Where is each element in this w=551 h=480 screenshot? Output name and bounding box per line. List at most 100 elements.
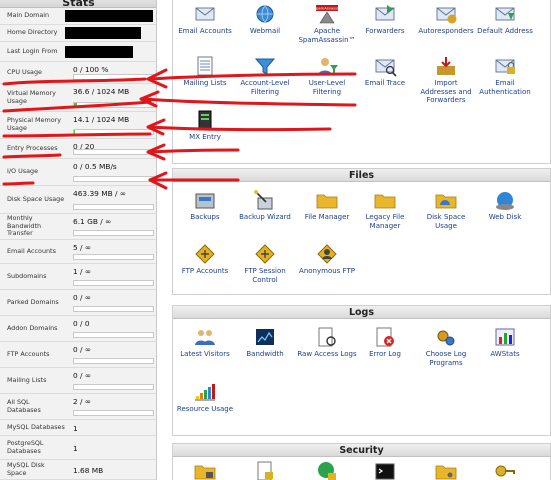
shortcut-webmail[interactable]: Webmail bbox=[235, 3, 295, 36]
folder-lock-icon bbox=[194, 465, 216, 480]
stats-label: Entry Processes bbox=[7, 143, 58, 152]
stats-label: FTP Accounts bbox=[7, 349, 50, 358]
shortcut-label: Web Disk bbox=[488, 213, 522, 221]
stats-label: Main Domain bbox=[7, 11, 50, 20]
shortcut-mailing-lists[interactable]: Mailing Lists bbox=[175, 55, 235, 88]
stats-value: 0 / 0 bbox=[73, 319, 90, 328]
forwarders-icon bbox=[375, 5, 395, 21]
security-heading: Security bbox=[173, 444, 550, 457]
shortcut-label: Raw Access Logs bbox=[297, 350, 357, 358]
shortcut-autoresponders[interactable]: Autoresponders bbox=[416, 3, 476, 36]
usage-bar bbox=[73, 176, 154, 182]
stats-value: 0 / ∞ bbox=[73, 293, 92, 302]
redacted-value bbox=[65, 46, 133, 58]
shortcut-label: Choose Log Programs bbox=[425, 350, 467, 367]
mail-group: Email Accounts Webmail SpamAssassin Apache … bbox=[172, 0, 551, 164]
stats-row-subdomains: Subdomains 1 / ∞ bbox=[0, 264, 156, 290]
shortcut-spamassassin[interactable]: SpamAssassin Apache SpamAssassin™ bbox=[297, 3, 357, 44]
folder-icon bbox=[316, 194, 338, 209]
usage-bar bbox=[73, 280, 154, 286]
folder-key-icon bbox=[435, 465, 457, 480]
shortcut-label: Disk Space Usage bbox=[426, 213, 466, 230]
stats-value: 0 / 0.5 MB/s bbox=[73, 162, 117, 171]
shortcut-anonymous-ftp[interactable]: Anonymous FTP bbox=[297, 243, 357, 276]
shortcut-security-2[interactable] bbox=[235, 460, 295, 480]
stats-label: Last Login From bbox=[7, 46, 58, 55]
shortcut-latest-visitors[interactable]: Latest Visitors bbox=[175, 326, 235, 359]
shortcut-ftp-session-control[interactable]: FTP Session Control bbox=[235, 243, 295, 284]
shortcut-label: Apache SpamAssassin™ bbox=[298, 27, 356, 44]
gears-icon bbox=[437, 330, 455, 346]
stats-row-parked-domains: Parked Domains 0 / ∞ bbox=[0, 290, 156, 316]
shortcut-default-address[interactable]: Default Address bbox=[475, 3, 535, 36]
key-icon bbox=[495, 465, 515, 477]
shortcut-label: Email Authentication bbox=[479, 79, 531, 96]
shortcut-import-addresses[interactable]: Import Addresses and Forwarders bbox=[416, 55, 476, 105]
stats-label: I/O Usage bbox=[7, 167, 39, 176]
stats-row-entry-processes: Entry Processes 0 / 20 bbox=[0, 139, 156, 159]
shortcut-backup-wizard[interactable]: Backup Wizard bbox=[235, 189, 295, 222]
stats-row-mailing-lists: Mailing Lists 0 / ∞ bbox=[0, 368, 156, 394]
shortcut-account-filtering[interactable]: Account-Level Filtering bbox=[235, 55, 295, 96]
files-group: Files Backups Backup Wizard File Manager Le… bbox=[172, 168, 551, 295]
stats-label: MySQL Disk Space bbox=[7, 460, 45, 477]
stats-row-addon-domains: Addon Domains 0 / 0 bbox=[0, 316, 156, 342]
shortcut-choose-log-programs[interactable]: Choose Log Programs bbox=[416, 326, 476, 367]
shortcut-legacy-file-manager[interactable]: Legacy File Manager bbox=[355, 189, 415, 230]
shortcut-awstats[interactable]: AWStats bbox=[475, 326, 535, 359]
stats-label: MySQL Databases bbox=[7, 422, 65, 431]
shortcut-resource-usage[interactable]: Resource Usage bbox=[175, 381, 235, 414]
usage-bar-fill bbox=[74, 130, 76, 134]
shortcut-label: MX Entry bbox=[189, 133, 221, 141]
stats-row-ftp-accounts: FTP Accounts 0 / ∞ bbox=[0, 342, 156, 368]
user-filter-icon bbox=[318, 58, 338, 75]
shortcut-security-4[interactable] bbox=[355, 460, 415, 480]
wand-icon bbox=[254, 190, 273, 210]
shortcut-user-filtering[interactable]: User-Level Filtering bbox=[297, 55, 357, 96]
usage-bar bbox=[73, 332, 154, 338]
shortcut-backups[interactable]: Backups bbox=[175, 189, 235, 222]
filter-icon bbox=[254, 58, 276, 75]
shortcut-label: Error Log bbox=[369, 350, 401, 358]
shortcut-label: FTP Session Control bbox=[244, 267, 286, 284]
usage-bar bbox=[73, 149, 154, 155]
shortcut-bandwidth[interactable]: Bandwidth bbox=[235, 326, 295, 359]
stats-label: Parked Domains bbox=[7, 297, 59, 306]
usage-bar bbox=[73, 204, 154, 210]
stats-label: Email Accounts bbox=[7, 246, 56, 255]
shortcut-raw-access-logs[interactable]: Raw Access Logs bbox=[297, 326, 357, 359]
shortcut-label: User-Level Filtering bbox=[308, 79, 346, 96]
shortcut-forwarders[interactable]: Forwarders bbox=[355, 3, 415, 36]
shortcut-label: Backups bbox=[190, 213, 220, 221]
shortcut-file-manager[interactable]: File Manager bbox=[297, 189, 357, 222]
shortcut-security-3[interactable] bbox=[297, 460, 357, 480]
redacted-value bbox=[65, 10, 153, 22]
shortcut-web-disk[interactable]: Web Disk bbox=[475, 189, 535, 222]
stats-row-all-sql-databases: All SQL Databases 2 / ∞ bbox=[0, 394, 156, 420]
stats-value: 14.1 / 1024 MB bbox=[73, 115, 130, 124]
shortcut-email-accounts[interactable]: Email Accounts bbox=[175, 3, 235, 36]
shortcut-label: Import Addresses and Forwarders bbox=[420, 79, 472, 105]
shortcut-security-6[interactable] bbox=[475, 460, 535, 480]
shortcut-email-trace[interactable]: Email Trace bbox=[355, 55, 415, 88]
stats-sidebar: Stats Main Domain Home Directory Last Logi… bbox=[0, 0, 157, 480]
bandwidth-icon bbox=[256, 329, 274, 345]
shortcut-email-authentication[interactable]: Email Authentication bbox=[475, 55, 535, 96]
stats-label: Disk Space Usage bbox=[7, 194, 65, 203]
shortcut-error-log[interactable]: Error Log bbox=[355, 326, 415, 359]
shortcut-label: File Manager bbox=[304, 213, 350, 221]
shortcut-label: Email Accounts bbox=[178, 27, 232, 35]
shortcut-label: Account-Level Filtering bbox=[240, 79, 290, 96]
shortcut-mx-entry[interactable]: MX Entry bbox=[175, 109, 235, 142]
shortcut-ftp-accounts[interactable]: FTP Accounts bbox=[175, 243, 235, 276]
shortcut-disk-space-usage[interactable]: Disk Space Usage bbox=[416, 189, 476, 230]
stats-label: Physical Memory Usage bbox=[7, 116, 62, 132]
stats-row-last-login-from: Last Login From bbox=[0, 42, 156, 62]
shortcut-security-5[interactable] bbox=[416, 460, 476, 480]
shortcut-label: Webmail bbox=[249, 27, 281, 35]
stats-value: 0 / 100 % bbox=[73, 65, 109, 74]
stats-label: Virtual Memory Usage bbox=[7, 88, 56, 105]
trace-icon bbox=[375, 59, 397, 77]
shortcut-label: Backup Wizard bbox=[239, 213, 291, 221]
shortcut-security-1[interactable] bbox=[175, 460, 235, 480]
